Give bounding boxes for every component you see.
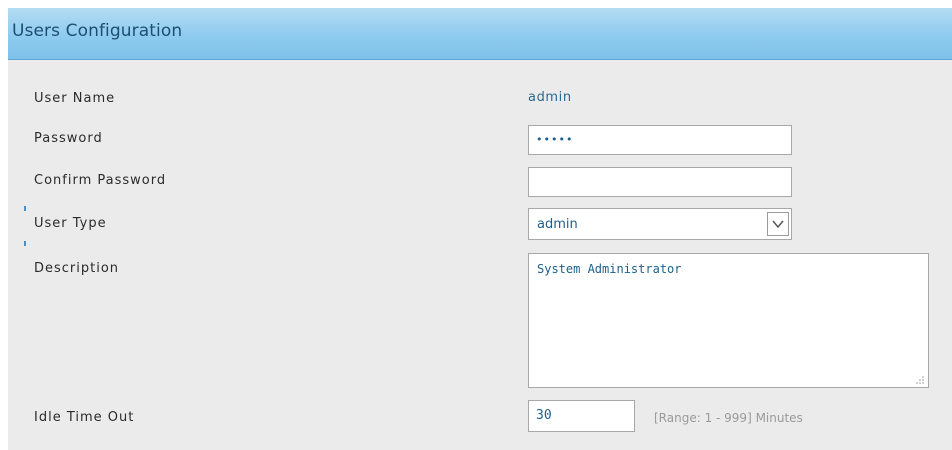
confirm-password-field[interactable] <box>528 167 792 197</box>
user-type-select[interactable]: admin <box>528 208 792 240</box>
focus-marker-top <box>24 206 26 211</box>
users-configuration-panel: Users Configuration User Name admin Pass… <box>8 8 952 450</box>
panel-header: Users Configuration <box>8 8 952 60</box>
password-field[interactable]: ••••• <box>528 125 792 155</box>
focus-marker-bottom <box>24 241 26 246</box>
user-type-selected-value: admin <box>537 217 578 232</box>
resize-grip-icon[interactable] <box>916 376 924 384</box>
page-title: Users Configuration <box>12 21 183 41</box>
password-label: Password <box>34 131 103 146</box>
idle-timeout-field[interactable]: 30 <box>528 400 635 432</box>
chevron-down-icon[interactable] <box>767 212 789 236</box>
description-label: Description <box>34 261 120 276</box>
user-name-value: admin <box>528 90 572 105</box>
user-name-label: User Name <box>34 91 116 106</box>
idle-timeout-label: Idle Time Out <box>34 410 135 425</box>
idle-timeout-range-hint: [Range: 1 - 999] Minutes <box>654 411 803 425</box>
description-textarea[interactable]: System Administrator <box>528 253 929 388</box>
user-type-label: User Type <box>34 216 107 231</box>
confirm-password-label: Confirm Password <box>34 173 167 188</box>
description-text: System Administrator <box>537 262 682 276</box>
